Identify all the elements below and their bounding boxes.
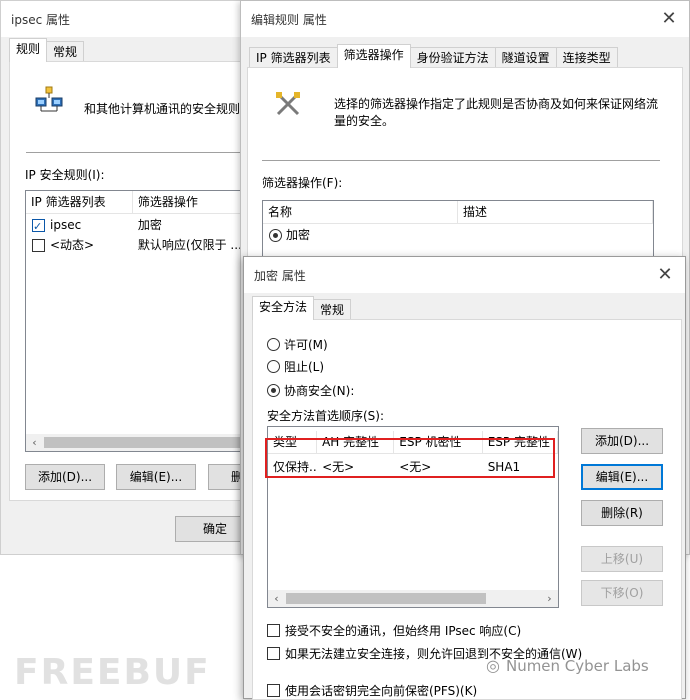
rule-row-dynamic[interactable]: <动态> 默认响应(仅限于 ...: [26, 235, 264, 255]
tab-filter-action[interactable]: 筛选器操作: [336, 44, 411, 68]
security-order-label: 安全方法首选顺序(S):: [267, 409, 385, 423]
scroll-thumb[interactable]: [44, 437, 244, 448]
edit-rule-button[interactable]: 编辑(E)...: [116, 464, 196, 490]
col-name[interactable]: 名称: [263, 201, 458, 223]
radio-permit-dot[interactable]: [267, 338, 280, 351]
radio-negotiate-label: 协商安全(N):: [284, 384, 355, 398]
encrypt-properties-window: 加密 属性 ✕ 安全方法 常规 许可(M) 阻止(L) 协商安全(N): 安全方…: [243, 256, 686, 700]
scroll-left-icon[interactable]: ‹: [268, 590, 285, 607]
separator: [262, 160, 660, 161]
window-title: 加密 属性: [254, 269, 306, 283]
rules-list[interactable]: IP 筛选器列表 筛选器操作 ipsec 加密 <动态> 默认响应(仅限于 ..…: [25, 190, 265, 452]
pfs-label: 使用会话密钥完全向前保密(PFS)(K): [285, 684, 478, 698]
rule-name: ipsec: [50, 218, 82, 232]
pfs-option[interactable]: 使用会话密钥完全向前保密(PFS)(K): [267, 682, 477, 699]
security-methods-panel: 许可(M) 阻止(L) 协商安全(N): 安全方法首选顺序(S): 类型 AH …: [252, 319, 682, 700]
title-bar: 编辑规则 属性 ✕: [241, 1, 689, 37]
separator: [26, 152, 272, 153]
scroll-left-icon[interactable]: ‹: [26, 434, 43, 451]
radio-block[interactable]: 阻止(L): [267, 358, 324, 375]
network-rule-icon: [35, 86, 63, 112]
highlight-box: [265, 438, 555, 478]
rule-enabled-checkbox[interactable]: [32, 217, 45, 235]
rule-description: 和其他计算机通讯的安全规则: [84, 102, 241, 116]
remove-method-button[interactable]: 删除(R): [581, 500, 663, 526]
tab-connection-type[interactable]: 连接类型: [555, 47, 618, 68]
tab-strip: 规则 常规: [9, 38, 85, 62]
watermark-freebuf: FREEBUF: [14, 652, 211, 693]
rules-list-header: IP 筛选器列表 筛选器操作: [26, 191, 264, 214]
move-down-button[interactable]: 下移(O): [581, 580, 663, 606]
window-title: 编辑规则 属性: [251, 13, 327, 27]
add-method-button[interactable]: 添加(D)...: [581, 428, 663, 454]
accept-unsecured-label: 接受不安全的通讯，但始终用 IPsec 响应(C): [285, 624, 522, 638]
radio-block-label: 阻止(L): [284, 360, 325, 374]
fallback-checkbox[interactable]: [267, 647, 280, 660]
rule-enabled-checkbox[interactable]: [32, 238, 45, 252]
accept-unsecured-checkbox[interactable]: [267, 624, 280, 637]
filter-action-icon: [276, 92, 300, 116]
filter-actions-label: 筛选器操作(F):: [262, 176, 343, 190]
tab-strip: 安全方法 常规: [252, 296, 352, 320]
tab-rules[interactable]: 规则: [9, 38, 48, 62]
move-up-button[interactable]: 上移(U): [581, 546, 663, 572]
tab-tunnel-settings[interactable]: 隧道设置: [494, 47, 557, 68]
watermark-numen-text: Numen Cyber Labs: [505, 656, 649, 675]
horizontal-scrollbar[interactable]: ‹: [26, 434, 264, 451]
rules-panel: 和其他计算机通讯的安全规则 IP 安全规则(I): IP 筛选器列表 筛选器操作…: [9, 61, 288, 501]
add-rule-button[interactable]: 添加(D)...: [25, 464, 105, 490]
tab-general[interactable]: 常规: [46, 41, 85, 62]
radio-permit-label: 许可(M): [284, 338, 328, 352]
filter-action-description: 选择的筛选器操作指定了此规则是否协商及如何来保证网络流量的安全。: [334, 97, 659, 128]
rule-name: <动态>: [50, 238, 95, 252]
pfs-checkbox[interactable]: [267, 684, 280, 697]
radio-negotiate-dot[interactable]: [267, 384, 280, 397]
radio-block-dot[interactable]: [267, 360, 280, 373]
scroll-right-icon[interactable]: ›: [541, 590, 558, 607]
watermark-numen: ◎ Numen Cyber Labs: [486, 656, 649, 675]
radio-negotiate[interactable]: 协商安全(N):: [267, 382, 354, 399]
filter-action-radio[interactable]: [269, 228, 282, 242]
col-filter-list[interactable]: IP 筛选器列表: [26, 191, 133, 213]
rule-row-ipsec[interactable]: ipsec 加密: [26, 215, 264, 235]
tab-general[interactable]: 常规: [313, 299, 352, 320]
edit-method-button[interactable]: 编辑(E)...: [581, 464, 663, 490]
tab-ip-filter-list[interactable]: IP 筛选器列表: [249, 47, 338, 68]
tab-strip: IP 筛选器列表 筛选器操作 身份验证方法 隧道设置 连接类型: [249, 44, 618, 68]
scroll-thumb[interactable]: [286, 593, 486, 604]
filter-actions-header: 名称 描述: [263, 201, 653, 224]
ipsec-properties-window: ipsec 属性 规则 常规 和其他计算机通讯的安全规则 IP 安全规则(I):…: [0, 0, 288, 555]
filter-action-row[interactable]: 加密: [263, 225, 653, 245]
radio-permit[interactable]: 许可(M): [267, 336, 328, 353]
tab-auth-methods[interactable]: 身份验证方法: [409, 47, 496, 68]
close-icon[interactable]: ✕: [657, 7, 681, 31]
col-description[interactable]: 描述: [458, 201, 653, 223]
close-icon[interactable]: ✕: [653, 263, 677, 287]
horizontal-scrollbar[interactable]: ‹ ›: [268, 590, 558, 607]
title-bar: 加密 属性 ✕: [244, 257, 685, 293]
wechat-icon: ◎: [486, 656, 500, 675]
rules-label: IP 安全规则(I):: [25, 168, 105, 182]
title-bar: ipsec 属性: [1, 1, 257, 37]
tab-security-methods[interactable]: 安全方法: [252, 296, 315, 320]
window-title: ipsec 属性: [11, 13, 70, 27]
filter-action-name: 加密: [286, 228, 311, 242]
accept-unsecured-option[interactable]: 接受不安全的通讯，但始终用 IPsec 响应(C): [267, 622, 521, 639]
